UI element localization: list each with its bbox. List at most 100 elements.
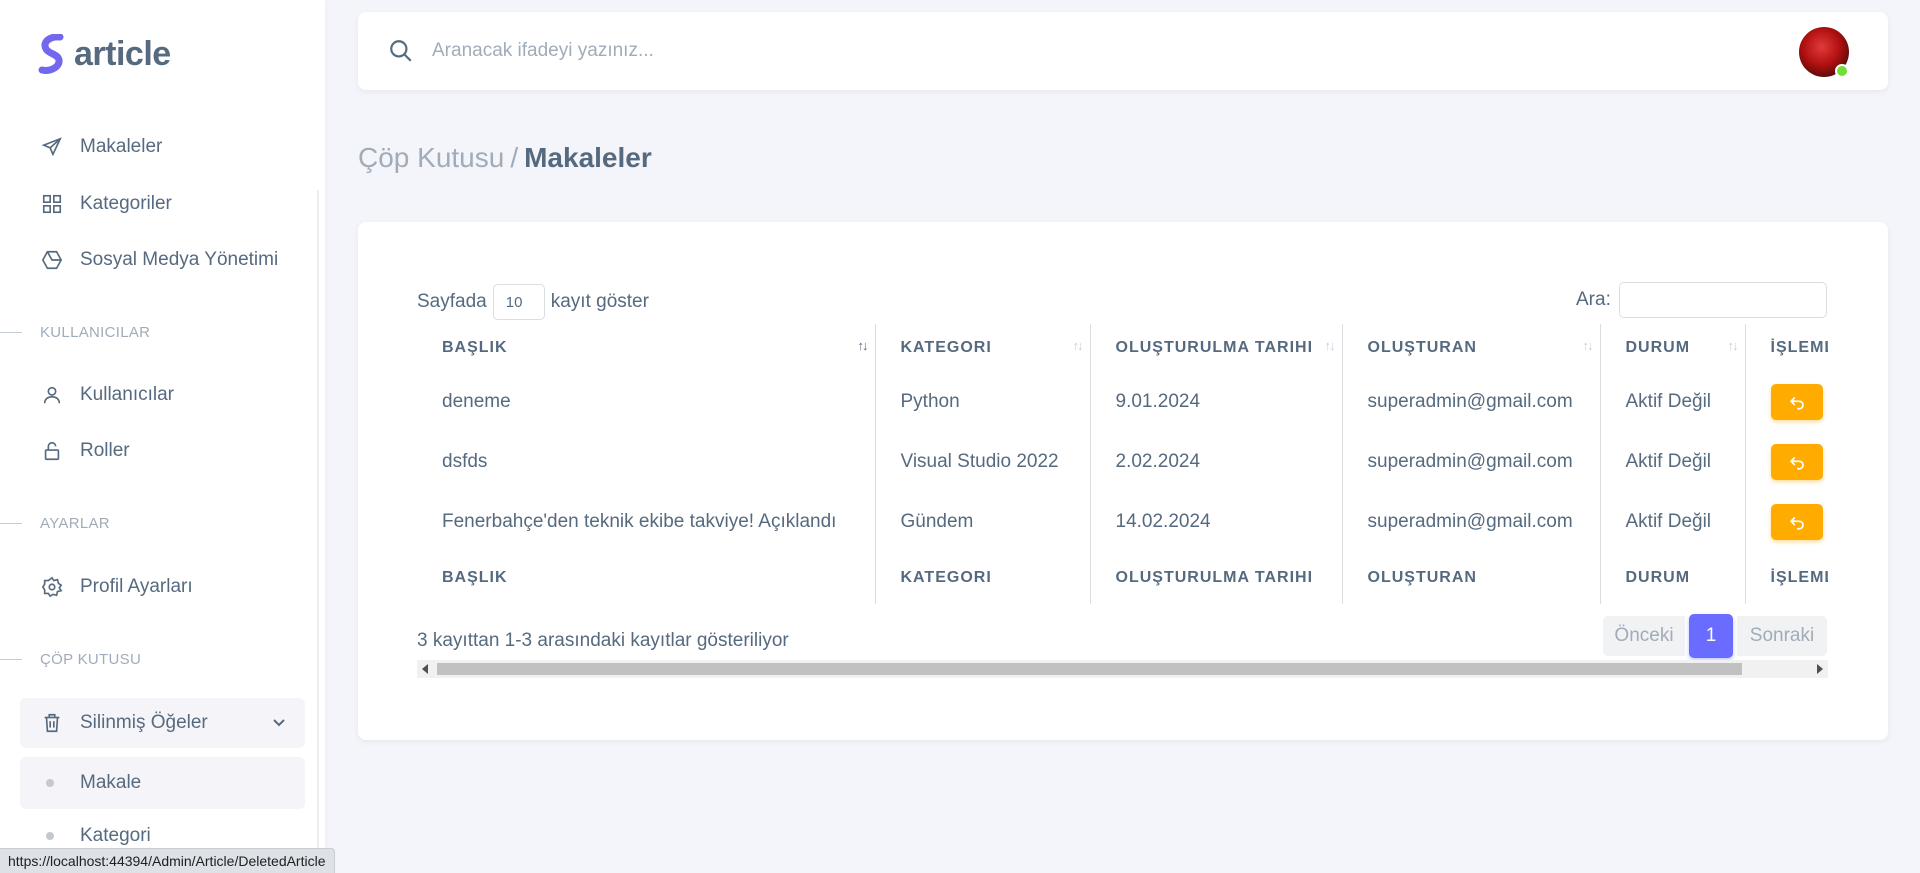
sidebar-item-label: Silinmiş Öğeler — [80, 712, 208, 733]
search-icon[interactable] — [388, 38, 414, 69]
horizontal-scrollbar[interactable] — [417, 660, 1828, 678]
cell-title: Fenerbahçe'den teknik ekibe takviye! Açı… — [417, 492, 876, 552]
sort-icon: ↑↓ — [857, 338, 869, 353]
cell-created: 2.02.2024 — [1090, 432, 1343, 492]
hexagon-icon — [40, 248, 64, 272]
table-search-input[interactable] — [1618, 282, 1827, 318]
top-navbar — [358, 12, 1888, 90]
sidebar-item-kategoriler[interactable]: Kategoriler — [20, 179, 305, 229]
sort-icon: ↑↓ — [1324, 338, 1336, 353]
sort-icon: ↑↓ — [1727, 338, 1739, 353]
cell-created: 14.02.2024 — [1090, 492, 1343, 552]
scroll-left-icon[interactable] — [422, 664, 428, 674]
cell-title: deneme — [417, 372, 876, 432]
sidebar-item-silinmis-ogeler[interactable]: Silinmiş Öğeler — [20, 698, 305, 748]
sort-icon: ↑↓ — [1582, 338, 1594, 353]
page-button-current[interactable]: 1 — [1689, 614, 1733, 658]
cell-title: dsfds — [417, 432, 876, 492]
section-header-users: KULLANICILAR — [0, 322, 150, 342]
undo-icon — [1789, 456, 1804, 470]
chevron-down-icon — [271, 714, 287, 736]
sidebar-item-label: Kullanıcılar — [80, 384, 174, 405]
footer-baslik: BAŞLIK — [417, 552, 876, 604]
section-header-settings: AYARLAR — [0, 513, 110, 533]
table-info: 3 kayıttan 1-3 arasındaki kayıtlar göste… — [417, 630, 789, 651]
table-row: dsfds Visual Studio 2022 2.02.2024 super… — [417, 432, 1828, 492]
cell-category: Visual Studio 2022 — [875, 432, 1091, 492]
brand-logo[interactable]: article — [38, 34, 171, 74]
search-input[interactable] — [432, 34, 1332, 68]
cell-category: Gündem — [875, 492, 1091, 552]
page-length-select[interactable]: 10 — [492, 284, 545, 320]
sort-icon: ↑↓ — [1072, 338, 1084, 353]
sidebar-subitem-label: Kategori — [80, 825, 151, 846]
length-suffix: kayıt göster — [550, 291, 649, 312]
sidebar: article Makaleler Kategoriler Sosyal Med… — [0, 0, 325, 873]
next-page-button[interactable]: Sonraki — [1737, 616, 1827, 656]
restore-button[interactable] — [1770, 504, 1823, 540]
previous-page-button[interactable]: Önceki — [1603, 616, 1685, 656]
sidebar-item-label: Kategoriler — [80, 193, 172, 214]
browser-status-url: https://localhost:44394/Admin/Article/De… — [0, 848, 335, 873]
column-header-olusturulma-tarihi[interactable]: OLUŞTURULMA TARIHI ↑↓ — [1090, 324, 1343, 372]
section-header-trash: ÇÖP KUTUSU — [0, 649, 141, 669]
cell-author: superadmin@gmail.com — [1342, 492, 1601, 552]
sidebar-item-makaleler[interactable]: Makaleler — [20, 122, 305, 172]
deleted-articles-card: Sayfada 10 kayıt göster Ara: BAŞLIK ↑↓ KA… — [358, 222, 1888, 740]
cell-author: superadmin@gmail.com — [1342, 432, 1601, 492]
column-header-durum[interactable]: DURUM ↑↓ — [1600, 324, 1746, 372]
cell-actions — [1745, 372, 1828, 432]
brand-name: article — [74, 34, 171, 73]
column-header-kategori[interactable]: KATEGORI ↑↓ — [875, 324, 1091, 372]
sidebar-item-profil-ayarlari[interactable]: Profil Ayarları — [20, 562, 305, 612]
send-icon — [40, 135, 64, 159]
scroll-right-icon[interactable] — [1817, 664, 1823, 674]
footer-islemler: İŞLEMLER — [1770, 569, 1829, 586]
bullet-icon — [46, 779, 54, 787]
sidebar-divider — [317, 190, 319, 873]
breadcrumb-parent: Çöp Kutusu — [358, 142, 505, 173]
cell-status: Aktif Değil — [1600, 372, 1746, 432]
footer-olusturulma-tarihi: OLUŞTURULMA TARIHI — [1090, 552, 1343, 604]
table-header-row: BAŞLIK ↑↓ KATEGORI ↑↓ OLUŞTURULMA TARIHI ↑↓… — [417, 324, 1828, 372]
page-length-control: Sayfada 10 kayıt göster — [417, 284, 649, 320]
sidebar-item-label: Makaleler — [80, 136, 163, 157]
table-filter: Ara: — [1576, 282, 1827, 318]
undo-icon — [1789, 516, 1804, 530]
footer-durum: DURUM — [1600, 552, 1746, 604]
cell-status: Aktif Değil — [1600, 432, 1746, 492]
sidebar-item-label: Sosyal Medya Yönetimi — [80, 249, 279, 270]
lock-icon — [40, 439, 64, 463]
logo-icon — [38, 34, 64, 74]
column-header-olusturan[interactable]: OLUŞTURAN ↑↓ — [1342, 324, 1601, 372]
table-row: Fenerbahçe'den teknik ekibe takviye! Açı… — [417, 492, 1828, 552]
cell-created: 9.01.2024 — [1090, 372, 1343, 432]
scrollbar-thumb[interactable] — [437, 663, 1742, 675]
cell-author: superadmin@gmail.com — [1342, 372, 1601, 432]
cell-actions — [1745, 492, 1828, 552]
user-icon — [40, 383, 64, 407]
restore-button[interactable] — [1770, 384, 1823, 420]
table-row: deneme Python 9.01.2024 superadmin@gmail… — [417, 372, 1828, 432]
sidebar-item-sosyal-medya[interactable]: Sosyal Medya Yönetimi — [20, 235, 305, 285]
trash-icon — [40, 711, 64, 735]
sidebar-item-roller[interactable]: Roller — [20, 426, 305, 476]
articles-table: BAŞLIK ↑↓ KATEGORI ↑↓ OLUŞTURULMA TARIHI ↑↓… — [417, 324, 1828, 604]
pagination: Önceki 1 Sonraki — [1603, 614, 1827, 658]
bullet-icon — [46, 832, 54, 840]
restore-button[interactable] — [1770, 444, 1823, 480]
sidebar-subitem-label: Makale — [80, 772, 142, 793]
table-footer-row: BAŞLIK KATEGORI OLUŞTURULMA TARIHI OLUŞT… — [417, 552, 1828, 604]
length-prefix: Sayfada — [417, 291, 487, 312]
grid-icon — [40, 192, 64, 216]
sidebar-subitem-makale[interactable]: Makale — [20, 757, 305, 809]
footer-olusturan: OLUŞTURAN — [1342, 552, 1601, 604]
undo-icon — [1789, 396, 1804, 410]
filter-label: Ara: — [1576, 289, 1611, 310]
cell-status: Aktif Değil — [1600, 492, 1746, 552]
table-scroll-container: BAŞLIK ↑↓ KATEGORI ↑↓ OLUŞTURULMA TARIHI ↑↓… — [417, 324, 1828, 604]
sidebar-item-kullanicilar[interactable]: Kullanıcılar — [20, 370, 305, 420]
gear-icon — [40, 575, 64, 599]
breadcrumb: Çöp Kutusu / Makaleler — [358, 142, 652, 174]
column-header-baslik[interactable]: BAŞLIK ↑↓ — [417, 324, 876, 372]
